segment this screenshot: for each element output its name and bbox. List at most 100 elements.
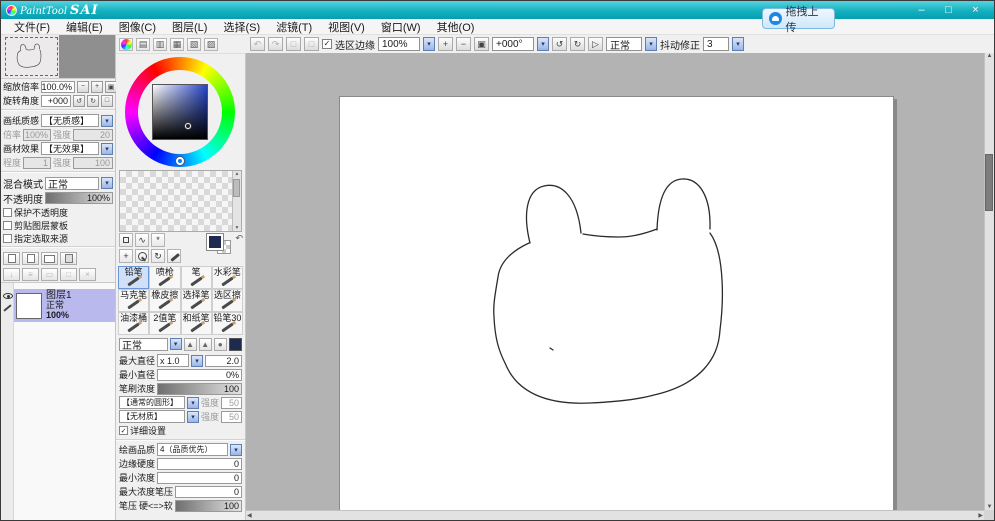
zoom-dropdown-button[interactable]: ▾ (423, 37, 435, 51)
brush-texture-dropdown[interactable]: 【无材质】 (119, 410, 185, 423)
undo-button[interactable]: ↶ (250, 37, 265, 51)
tool-bucket[interactable]: 油漆桶 (118, 312, 149, 335)
scratchpad-scroll-up-icon[interactable]: ▲ (235, 171, 240, 177)
brush-blend-dropdown[interactable]: 正常 (119, 338, 168, 351)
brush-density-slider[interactable]: 100 (157, 383, 242, 395)
scroll-up-icon[interactable]: ▲ (987, 53, 993, 59)
scratchpad-scroll-thumb[interactable] (233, 179, 240, 197)
menu-view[interactable]: 视图(V) (320, 18, 373, 36)
menu-layer[interactable]: 图层(L) (164, 18, 215, 36)
toolbar-blend-dropdown-button[interactable]: ▾ (645, 37, 657, 51)
selection-edge-checkbox[interactable]: ✓ (322, 39, 332, 49)
navigator-zoom-out-button[interactable]: − (77, 81, 89, 93)
stabilizer-dropdown-button[interactable]: ▾ (732, 37, 744, 51)
menu-others[interactable]: 其他(O) (429, 18, 483, 36)
rotate-view-tool[interactable]: ↻ (151, 249, 165, 263)
rotate-ccw-button[interactable]: ↺ (552, 37, 567, 51)
brush-tip-soft-button[interactable]: ▲ (184, 338, 197, 351)
brush-tip-round-button[interactable]: ● (214, 338, 227, 351)
min-density-slider[interactable]: 0 (157, 472, 242, 484)
zoom-in-button[interactable]: + (438, 37, 453, 51)
max-density-pressure-slider[interactable]: 0 (175, 486, 242, 498)
vertical-scroll-thumb[interactable] (985, 154, 993, 211)
navigator-rotate-value[interactable]: +000 (41, 95, 71, 107)
swap-colors-icon[interactable]: ↶ (235, 233, 243, 244)
layer-list[interactable]: 图层1 正常 100% (1, 282, 115, 520)
invert-selection-button[interactable]: □ (304, 37, 319, 51)
merge-down-button[interactable]: ≡ (22, 268, 39, 281)
navigator-rotate-cw-button[interactable]: ↻ (87, 95, 99, 107)
max-diameter-slider[interactable]: 2.0 (205, 355, 242, 367)
navigator-rotate-reset-button[interactable]: □ (101, 95, 113, 107)
tool-paper-brush[interactable]: 和纸笔 (181, 312, 212, 335)
max-diameter-unit-dropdown[interactable]: x 1.0 (157, 354, 189, 367)
transfer-down-button[interactable]: ↓ (3, 268, 20, 281)
blend-mode-dropdown[interactable]: 正常 (45, 177, 99, 190)
brush-shape-dropdown[interactable]: 【通常的圆形】 (119, 396, 185, 409)
new-mask-button[interactable] (60, 252, 77, 265)
blend-mode-dropdown-button[interactable]: ▾ (101, 177, 113, 189)
color-wheel-tab-icon[interactable] (119, 38, 133, 51)
brush-shape-strength-slider[interactable]: 50 (221, 397, 242, 409)
zoom-dropdown[interactable]: 100% (378, 37, 420, 51)
layer-row-selected[interactable]: 图层1 正常 100% (14, 289, 115, 322)
mixer-tab-icon[interactable]: ▨ (204, 38, 218, 51)
paper-texture-dropdown-button[interactable]: ▾ (101, 115, 113, 127)
brush-tip-softer-button[interactable]: ▲ (199, 338, 212, 351)
new-layer-button[interactable] (3, 252, 20, 265)
selection-source-checkbox[interactable] (3, 234, 12, 243)
close-button[interactable]: × (962, 2, 989, 18)
flip-button[interactable]: ▷ (588, 37, 603, 51)
menu-window[interactable]: 窗口(W) (373, 18, 429, 36)
new-linework-layer-button[interactable] (22, 252, 39, 265)
minimize-button[interactable]: – (908, 2, 935, 18)
quality-dropdown-button[interactable]: ▾ (230, 444, 242, 456)
layer-thumbnail[interactable] (16, 293, 42, 319)
drag-upload-button[interactable]: 拖拽上传 (762, 8, 835, 29)
menu-file[interactable]: 文件(F) (6, 18, 58, 36)
navigator-viewport-rect[interactable] (5, 37, 58, 76)
lasso-tool[interactable]: ∿ (135, 233, 149, 247)
max-diameter-unit-button[interactable]: ▾ (191, 355, 203, 367)
tool-select-eraser[interactable]: 选区擦 (212, 289, 243, 312)
material-effect-dropdown-button[interactable]: ▾ (101, 143, 113, 155)
menu-canvas[interactable]: 图像(C) (111, 18, 164, 36)
protect-opacity-checkbox[interactable] (3, 208, 12, 217)
brush-texture-strength-slider[interactable]: 50 (221, 411, 242, 423)
zoom-fit-button[interactable]: ▣ (474, 37, 489, 51)
brush-texture-dropdown-button[interactable]: ▾ (187, 411, 199, 423)
horizontal-scrollbar[interactable]: ◀ ▶ (246, 510, 984, 520)
edge-hardness-slider[interactable]: 0 (157, 458, 242, 470)
detail-settings-checkbox[interactable]: ✓ (119, 426, 128, 435)
zoom-out-button[interactable]: − (456, 37, 471, 51)
hsv-slider-tab-icon[interactable]: ▥ (153, 38, 167, 51)
sv-picker-dot[interactable] (185, 123, 191, 129)
pressure-slider[interactable]: 100 (175, 500, 242, 512)
navigator-zoom-value[interactable]: 100.0% (41, 81, 75, 93)
scratchpad-tab-icon[interactable]: ▧ (187, 38, 201, 51)
hue-picker-dot[interactable] (176, 157, 184, 165)
new-layer-set-button[interactable] (41, 252, 58, 265)
fill-layer-button[interactable]: □ (60, 268, 77, 281)
saturation-value-square[interactable] (152, 84, 208, 140)
scroll-right-icon[interactable]: ▶ (978, 512, 983, 519)
deselect-button[interactable]: □ (286, 37, 301, 51)
eyedropper-tool[interactable] (167, 249, 181, 263)
brush-shape-dropdown-button[interactable]: ▾ (187, 397, 199, 409)
redo-button[interactable]: ↷ (268, 37, 283, 51)
quality-dropdown[interactable]: 4（品质优先） (157, 443, 228, 456)
navigator-preview[interactable] (1, 35, 115, 79)
clipping-mask-checkbox[interactable] (3, 221, 12, 230)
tool-pencil30[interactable]: 铅笔30 (212, 312, 243, 335)
marquee-select-tool[interactable] (119, 233, 133, 247)
brush-tip-selected-button[interactable] (229, 338, 242, 351)
menu-edit[interactable]: 编辑(E) (58, 18, 111, 36)
min-diameter-slider[interactable]: 0% (157, 369, 242, 381)
move-tool[interactable]: + (119, 249, 133, 263)
rotate-cw-button[interactable]: ↻ (570, 37, 585, 51)
scratchpad-area[interactable]: ▲ ▼ (119, 170, 242, 232)
navigator-rotate-ccw-button[interactable]: ↺ (73, 95, 85, 107)
tool-brush[interactable]: 笔 (181, 266, 212, 289)
material-effect-dropdown[interactable]: 【无效果】 (41, 142, 99, 155)
rgb-slider-tab-icon[interactable]: ▤ (136, 38, 150, 51)
